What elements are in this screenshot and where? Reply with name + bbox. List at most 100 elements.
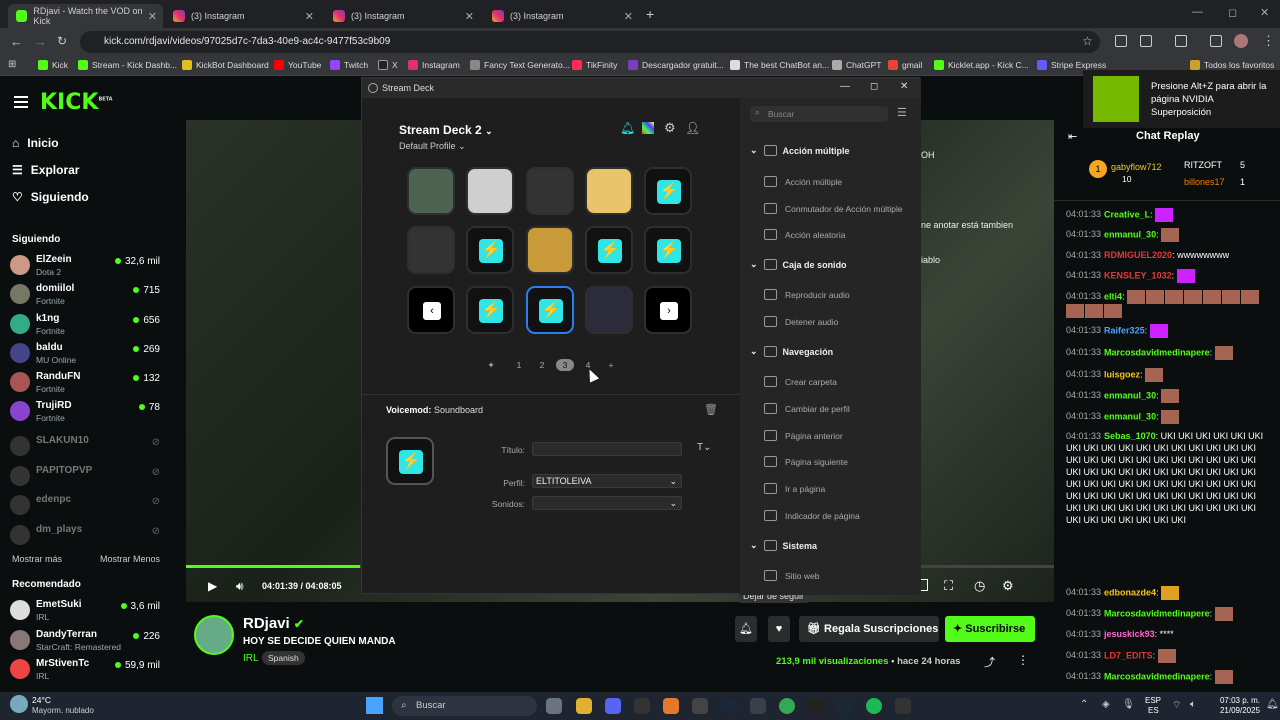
following-channel[interactable]: TrujiRD Fortnite 78	[10, 398, 160, 426]
tab-instagram-1[interactable]: (3) Instagram ✕	[165, 4, 320, 28]
deck-key-next-page[interactable]: ›	[644, 286, 692, 334]
apps-grid-icon[interactable]: ⊞	[8, 59, 16, 70]
minimize-icon[interactable]: —	[840, 81, 850, 92]
offline-channel[interactable]: edenpc ⊘	[10, 492, 160, 520]
marketplace-icon[interactable]	[642, 122, 654, 134]
new-tab-icon[interactable]: +	[646, 6, 654, 22]
deck-key-previous-page[interactable]: ‹	[407, 286, 455, 334]
steam-icon[interactable]	[721, 698, 737, 714]
wifi-icon[interactable]: ⌔	[1172, 699, 1181, 712]
recommended-channel[interactable]: DandyTerran StarCraft: Remastered 226	[10, 627, 160, 655]
weather-desc[interactable]: Mayorm. nublado	[32, 706, 94, 715]
deck-key-voicemod[interactable]: ⚡	[585, 226, 633, 274]
action-item[interactable]: Conmutador de Acción múltiple	[764, 203, 903, 214]
tray-app-icon[interactable]: ◈	[1102, 699, 1110, 710]
tab-instagram-3[interactable]: (3) Instagram ✕	[484, 4, 639, 28]
kick-logo[interactable]: KICKBETA	[40, 90, 113, 115]
trash-icon[interactable]: 🗑︎	[704, 403, 718, 416]
back-icon[interactable]: ←	[10, 34, 23, 49]
following-channel[interactable]: ElZeein Dota 2 32,6 mil	[10, 252, 160, 280]
action-item[interactable]: Ir a página	[764, 483, 825, 494]
heart-icon[interactable]: ♥	[768, 616, 790, 642]
message-user[interactable]: enmanul_30	[1104, 411, 1156, 421]
close-icon[interactable]: ✕	[900, 81, 908, 92]
bookmark-item[interactable]: Twitch	[330, 60, 368, 70]
gift-subs-button[interactable]: 🎁︎ Regala Suscripciones	[799, 616, 939, 642]
action-item[interactable]: Sitio web	[764, 570, 820, 581]
minimize-window-icon[interactable]: —	[1192, 6, 1203, 18]
offline-channel[interactable]: dm_plays ⊘	[10, 522, 160, 550]
message-user[interactable]: LD7_EDITS	[1104, 650, 1153, 660]
message-user[interactable]: enmanul_30	[1104, 390, 1156, 400]
deck-key-voicemod[interactable]: ⚡	[466, 226, 514, 274]
fullscreen-icon[interactable]: ⛶	[944, 578, 953, 594]
forward-icon[interactable]: →	[34, 34, 47, 49]
deck-key-image[interactable]	[407, 167, 455, 215]
message-user[interactable]: Raifer325	[1104, 325, 1145, 335]
category-navigation[interactable]: ⌄ Navegación	[750, 346, 833, 357]
mic-icon[interactable]: 🎙︎	[1122, 699, 1135, 710]
steam-icon[interactable]	[837, 698, 853, 714]
close-window-icon[interactable]: ✕	[1260, 6, 1269, 19]
deck-key-voicemod[interactable]: ⚡	[644, 226, 692, 274]
show-less-link[interactable]: Mostrar Menos	[100, 554, 160, 564]
action-item[interactable]: Página siguiente	[764, 456, 848, 467]
taskbar-search[interactable]: Buscar	[392, 696, 537, 716]
following-channel[interactable]: k1ng Fortnite 656	[10, 311, 160, 339]
sounds-select[interactable]: ⌄	[532, 496, 682, 510]
app-icon[interactable]	[895, 698, 911, 714]
close-tab-icon[interactable]: ✕	[305, 10, 314, 23]
page-button[interactable]: 1	[510, 359, 528, 371]
bookmark-item[interactable]: Stripe Express	[1037, 60, 1106, 70]
puzzle-icon[interactable]	[1140, 35, 1152, 47]
deck-key-voicemod[interactable]: ⚡	[644, 167, 692, 215]
bookmark-item[interactable]: X	[378, 60, 398, 70]
deck-key-voicemod-selected[interactable]: ⚡	[526, 286, 574, 334]
bookmark-item[interactable]: gmail	[888, 60, 922, 70]
cast-icon[interactable]	[1175, 35, 1187, 47]
extension-icon[interactable]	[1115, 35, 1127, 47]
settings-icon[interactable]: ⚙	[1002, 578, 1014, 594]
page-button[interactable]: 2	[533, 359, 551, 371]
clip-icon[interactable]: ◷	[974, 578, 985, 594]
epic-games-icon[interactable]	[634, 698, 650, 714]
message-user[interactable]: Sebas_1070	[1104, 431, 1156, 441]
streamer-name[interactable]: RDjavi	[243, 615, 290, 632]
maximize-window-icon[interactable]: ◻	[1228, 6, 1237, 19]
nav-explore[interactable]: ☰ Explorar	[12, 163, 79, 177]
message-user[interactable]: Marcosdavidmedinapere	[1104, 671, 1210, 681]
category-multi-action[interactable]: ⌄ Acción múltiple	[750, 145, 850, 156]
settings-icon[interactable]: ⚙	[664, 120, 676, 136]
bookmark-item[interactable]: KickBot Dashboard	[182, 60, 269, 70]
bookmark-item[interactable]: Instagram	[408, 60, 460, 70]
message-user[interactable]: jesuskick93	[1104, 629, 1155, 639]
category-soundboard[interactable]: ⌄ Caja de sonido	[750, 259, 847, 270]
menu-dots-icon[interactable]: ⋮	[1262, 33, 1275, 49]
offline-channel[interactable]: PAPITOPVP ⊘	[10, 463, 160, 491]
message-user[interactable]: elti4	[1104, 291, 1122, 301]
bookmark-item[interactable]: The best ChatBot an...	[730, 60, 829, 70]
app-icon[interactable]	[663, 698, 679, 714]
windows-start-icon[interactable]	[366, 697, 383, 714]
streamer-avatar[interactable]	[194, 615, 234, 655]
hamburger-menu-icon[interactable]	[14, 96, 28, 108]
clock-time[interactable]: 07:03 p. m.	[1210, 696, 1260, 705]
media-icon[interactable]	[1210, 35, 1222, 47]
all-favorites[interactable]: Todos los favoritos	[1190, 60, 1274, 70]
pin-page-icon[interactable]: ✦	[482, 359, 500, 371]
spotify-icon[interactable]	[866, 698, 882, 714]
bookmark-item[interactable]: Kicklet.app - Kick C...	[934, 60, 1029, 70]
deck-key-image[interactable]	[407, 226, 455, 274]
action-item[interactable]: Acción aleatoria	[764, 229, 845, 240]
message-user[interactable]: edbonazde4	[1104, 587, 1156, 597]
close-tab-icon[interactable]: ✕	[465, 10, 474, 23]
following-channel[interactable]: baldu MU Online 269	[10, 340, 160, 368]
bookmark-item[interactable]: YouTube	[274, 60, 321, 70]
title-input[interactable]	[532, 442, 682, 456]
tab-kick[interactable]: RDjavi - Watch the VOD on Kick ✕	[8, 4, 163, 28]
share-icon[interactable]: ⤴	[984, 654, 995, 670]
clock-date[interactable]: 21/09/2025	[1210, 706, 1260, 715]
chrome-icon[interactable]	[779, 698, 795, 714]
recommended-channel[interactable]: MrStivenTc IRL 59,9 mil	[10, 656, 160, 684]
volume-icon[interactable]: 🔊︎	[236, 579, 244, 594]
